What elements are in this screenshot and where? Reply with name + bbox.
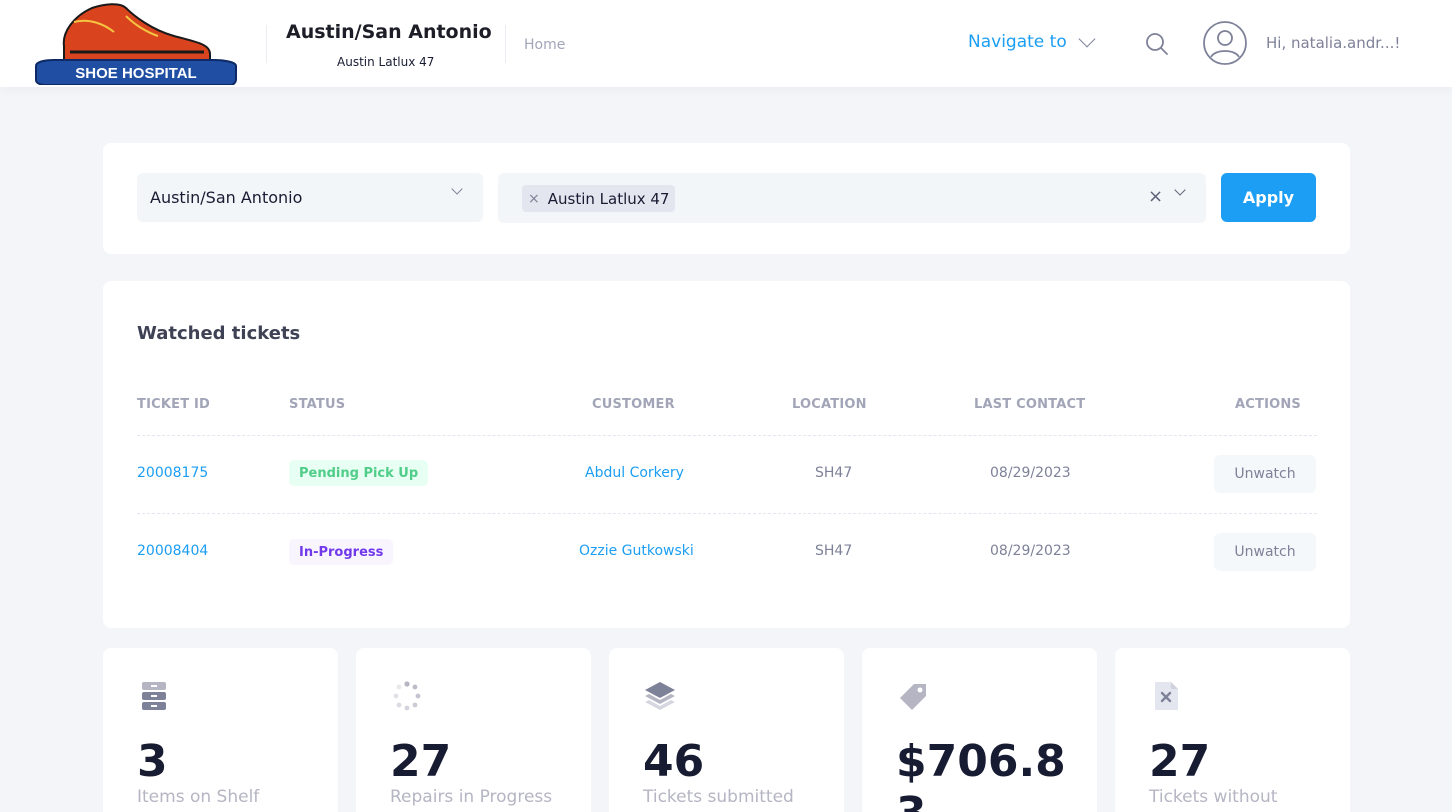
stat-label: Tickets without <box>1149 787 1278 807</box>
stat-card-repairs-in-progress[interactable]: 27 Repairs in Progress <box>356 648 591 812</box>
header-divider <box>505 25 506 63</box>
stat-value: 27 <box>1149 736 1211 787</box>
stat-label: Tickets submitted <box>643 787 794 807</box>
status-badge: In-Progress <box>289 539 394 565</box>
column-header-last-contact: LAST CONTACT <box>974 397 1086 412</box>
clear-selection-icon[interactable]: × <box>1148 186 1163 207</box>
ticket-id-link[interactable]: 20008175 <box>137 465 208 481</box>
user-greeting[interactable]: Hi, natalia.andr...! <box>1266 34 1400 52</box>
location-cell: SH47 <box>815 543 853 559</box>
store-multiselect[interactable]: × Austin Latlux 47 × <box>498 173 1206 223</box>
region-title: Austin/San Antonio <box>286 21 492 43</box>
chip-remove-icon[interactable]: × <box>528 191 540 207</box>
chevron-down-icon[interactable] <box>1174 184 1186 196</box>
stat-value: 27 <box>390 736 452 787</box>
status-badge: Pending Pick Up <box>289 460 429 486</box>
header-divider <box>266 25 267 63</box>
stat-value: $706.83 <box>896 736 1066 812</box>
layers-icon <box>645 682 675 710</box>
navigate-to-menu[interactable]: Navigate to <box>968 30 1096 52</box>
region-select[interactable]: Austin/San Antonio <box>137 173 483 222</box>
column-header-status: STATUS <box>289 397 346 412</box>
stat-value: 3 <box>137 736 168 787</box>
user-avatar-icon[interactable] <box>1202 20 1248 66</box>
store-chip: × Austin Latlux 47 <box>522 185 676 212</box>
row-divider <box>137 435 1317 436</box>
unwatch-button[interactable]: Unwatch <box>1214 455 1316 493</box>
chevron-down-icon <box>451 183 463 195</box>
stat-value: 46 <box>643 736 705 787</box>
spinner-icon <box>393 681 421 711</box>
column-header-location: LOCATION <box>792 397 867 412</box>
logo-text: SHOE HOSPITAL <box>75 65 196 82</box>
customer-link[interactable]: Ozzie Gutkowski <box>579 543 694 559</box>
navigate-label: Navigate to <box>968 32 1067 52</box>
column-header-actions: ACTIONS <box>1235 397 1302 412</box>
store-chip-label: Austin Latlux 47 <box>547 189 670 208</box>
filter-card: Austin/San Antonio × Austin Latlux 47 × … <box>103 143 1350 254</box>
last-contact-cell: 08/29/2023 <box>990 543 1071 559</box>
customer-link[interactable]: Abdul Corkery <box>585 465 684 481</box>
tag-icon <box>900 684 926 710</box>
region-select-value: Austin/San Antonio <box>150 188 303 207</box>
drawer-icon <box>142 682 166 710</box>
unwatch-button[interactable]: Unwatch <box>1214 533 1316 571</box>
shoe-hospital-logo[interactable]: SHOE HOSPITAL <box>34 2 237 85</box>
search-icon[interactable] <box>1144 31 1170 57</box>
watched-tickets-card: Watched tickets TICKET ID STATUS CUSTOME… <box>103 281 1350 628</box>
stat-label: Items on Shelf <box>137 787 260 807</box>
top-header: SHOE HOSPITAL Austin/San Antonio Austin … <box>0 0 1452 87</box>
stat-card-items-on-shelf[interactable]: 3 Items on Shelf <box>103 648 338 812</box>
ticket-id-link[interactable]: 20008404 <box>137 543 208 559</box>
card-title: Watched tickets <box>137 323 301 344</box>
chevron-down-icon <box>1078 30 1096 48</box>
column-header-customer: CUSTOMER <box>592 397 675 412</box>
last-contact-cell: 08/29/2023 <box>990 465 1071 481</box>
breadcrumb-home[interactable]: Home <box>524 37 565 53</box>
stat-card-tickets-submitted[interactable]: 46 Tickets submitted <box>609 648 844 812</box>
stat-card-tickets-without[interactable]: 27 Tickets without <box>1115 648 1350 812</box>
apply-button[interactable]: Apply <box>1221 173 1316 222</box>
row-divider <box>137 513 1317 514</box>
file-x-icon <box>1155 682 1178 710</box>
location-cell: SH47 <box>815 465 853 481</box>
store-subtitle: Austin Latlux 47 <box>337 55 435 69</box>
column-header-ticket-id: TICKET ID <box>137 397 211 412</box>
stat-label: Repairs in Progress <box>390 787 553 807</box>
stat-card-revenue[interactable]: $706.83 <box>862 648 1097 812</box>
